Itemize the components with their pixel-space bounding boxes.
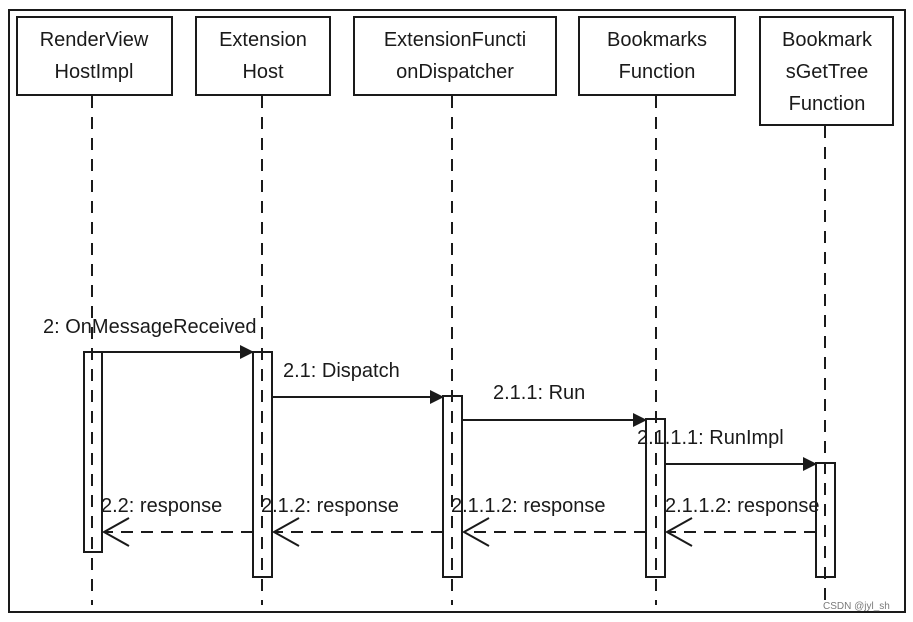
lifeline-title-line: Bookmark [782,29,873,51]
lifeline-title-line: Function [619,61,696,83]
message-label: 2.1.1: Run [493,382,585,404]
lifeline-title-line: Bookmarks [607,29,707,51]
lifeline-bookmarks-function: Bookmarks Function [578,16,736,96]
activation-bar-bgtf [815,462,836,578]
message-label: 2.1.1.2: response [665,495,820,517]
watermark: CSDN @jyl_sh [823,601,890,612]
message-label: 2: OnMessageReceived [43,316,256,338]
lifeline-title-line: HostImpl [55,61,134,83]
lifeline-extension-function-dispatcher: ExtensionFuncti onDispatcher [353,16,557,96]
lifeline-title-line: Extension [219,29,307,51]
lifeline-title-line: RenderView [40,29,149,51]
activation-bar-efd [442,395,463,578]
lifeline-bookmarks-get-tree-function: Bookmark sGetTree Function [759,16,894,126]
lifeline-title-line: sGetTree [786,61,869,83]
lifeline-title-line: Host [242,61,284,83]
message-label: 2.1.1.2: response [451,495,606,517]
message-label: 2.2: response [101,495,222,517]
sequence-diagram: RenderView HostImpl Extension Host Exten… [8,9,906,613]
lifeline-render-view-host-impl: RenderView HostImpl [16,16,173,96]
lifeline-extension-host: Extension Host [195,16,331,96]
lifeline-title-line: Function [789,93,866,115]
message-label: 2.1: Dispatch [283,360,400,382]
lifeline-title-line: onDispatcher [396,61,514,83]
message-label: 2.1.1.1: RunImpl [637,427,784,449]
lifeline-title-line: ExtensionFuncti [384,29,526,51]
message-label: 2.1.2: response [261,495,399,517]
